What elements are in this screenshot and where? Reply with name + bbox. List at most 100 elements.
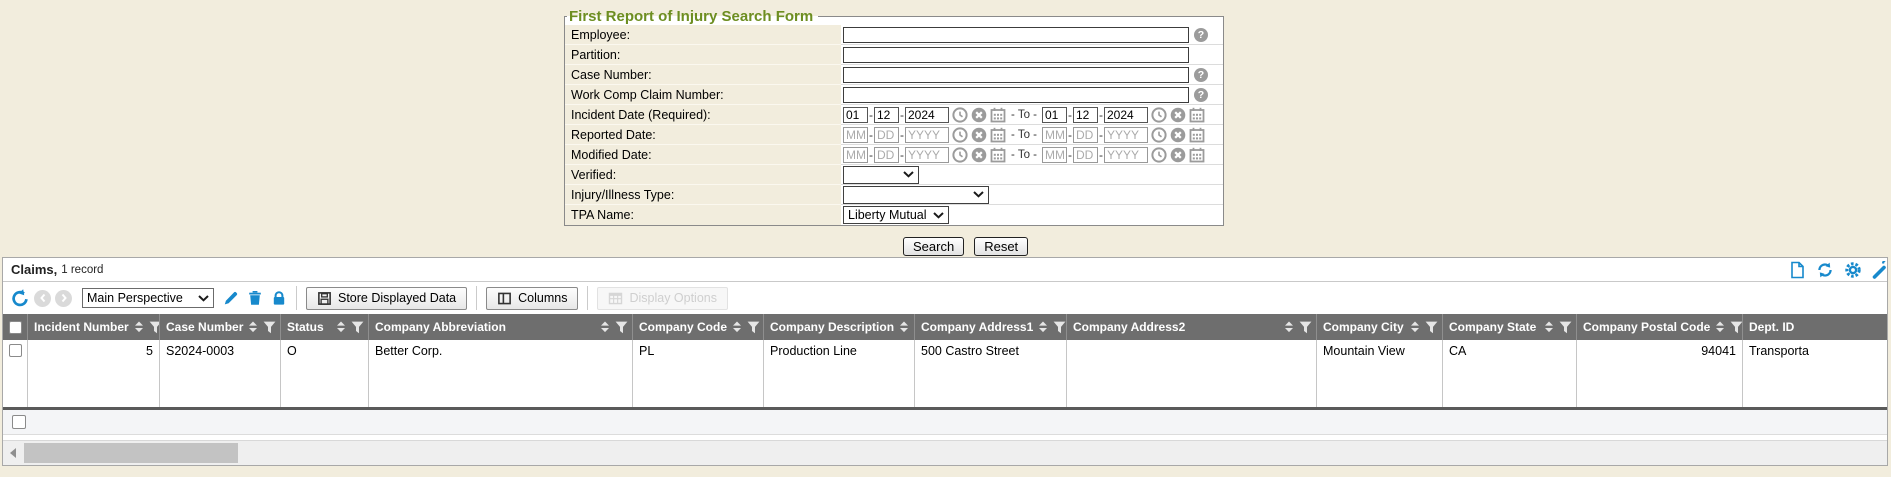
column-header-incident-number[interactable]: Incident Number [27, 314, 159, 340]
filter-funnel-icon[interactable] [149, 321, 159, 334]
lock-icon[interactable] [271, 290, 287, 306]
filter-funnel-icon[interactable] [1425, 321, 1438, 334]
column-header-company-city[interactable]: Company City [1316, 314, 1442, 340]
modified-date-from-mm-input[interactable] [843, 147, 868, 163]
sort-icon[interactable] [134, 321, 144, 333]
trash-icon[interactable] [247, 290, 263, 306]
calendar-icon[interactable] [990, 147, 1006, 163]
clock-icon[interactable] [1151, 147, 1167, 163]
columns-button[interactable]: Columns [486, 287, 578, 310]
incident-date-required-from-dd-input[interactable] [874, 107, 899, 123]
clock-icon[interactable] [952, 147, 968, 163]
help-icon[interactable]: ? [1194, 28, 1208, 42]
sort-icon[interactable] [1410, 321, 1420, 333]
modified-date-from-yyyy-input[interactable] [905, 147, 949, 163]
footer-row-checkbox[interactable] [12, 415, 26, 429]
incident-date-required-to-dd-input[interactable] [1073, 107, 1098, 123]
calendar-icon[interactable] [990, 107, 1006, 123]
injury-illness-type-select[interactable] [843, 186, 989, 204]
clear-icon[interactable] [971, 107, 987, 123]
clock-icon[interactable] [1151, 127, 1167, 143]
perspective-select[interactable]: Main Perspective [82, 288, 214, 308]
filter-funnel-icon[interactable] [1299, 321, 1312, 334]
select-all-checkbox[interactable] [9, 321, 22, 334]
help-icon[interactable]: ? [1194, 68, 1208, 82]
store-displayed-data-button[interactable]: Store Displayed Data [306, 287, 467, 310]
calendar-icon[interactable] [1189, 107, 1205, 123]
help-icon[interactable]: ? [1194, 88, 1208, 102]
filter-funnel-icon[interactable] [263, 321, 276, 334]
reported-date-from-mm-input[interactable] [843, 127, 868, 143]
sort-icon[interactable] [1038, 321, 1048, 333]
undo-icon[interactable] [10, 288, 30, 308]
wrench-icon[interactable] [1872, 261, 1887, 279]
reported-date-from-yyyy-input[interactable] [905, 127, 949, 143]
previous-perspective-button[interactable] [34, 290, 51, 307]
calendar-icon[interactable] [1189, 127, 1205, 143]
clear-icon[interactable] [1170, 127, 1186, 143]
case-number-input[interactable] [843, 67, 1189, 83]
column-header-company-abbreviation[interactable]: Company Abbreviation [368, 314, 632, 340]
sort-icon[interactable] [899, 321, 909, 333]
clock-icon[interactable] [952, 107, 968, 123]
filter-funnel-icon[interactable] [1053, 321, 1066, 334]
pencil-icon[interactable] [223, 290, 239, 306]
work-comp-claim-number-input[interactable] [843, 87, 1189, 103]
calendar-icon[interactable] [1189, 147, 1205, 163]
search-button[interactable]: Search [903, 237, 964, 256]
column-header-company-state[interactable]: Company State [1442, 314, 1576, 340]
clear-icon[interactable] [971, 127, 987, 143]
gear-icon[interactable] [1844, 261, 1862, 279]
partition-input[interactable] [843, 47, 1189, 63]
sort-icon[interactable] [1715, 321, 1725, 333]
calendar-icon[interactable] [990, 127, 1006, 143]
sort-icon[interactable] [1544, 321, 1554, 333]
modified-date-to-yyyy-input[interactable] [1104, 147, 1148, 163]
filter-funnel-icon[interactable] [1730, 321, 1742, 334]
scrollbar-thumb[interactable] [24, 443, 238, 463]
refresh-icon[interactable] [1816, 261, 1834, 279]
sort-icon[interactable] [248, 321, 258, 333]
reported-date-to-yyyy-input[interactable] [1104, 127, 1148, 143]
next-perspective-button[interactable] [55, 290, 72, 307]
modified-date-to-mm-input[interactable] [1042, 147, 1067, 163]
column-header-dept-id[interactable]: Dept. ID [1742, 314, 1887, 340]
column-header-case-number[interactable]: Case Number [159, 314, 280, 340]
clock-icon[interactable] [1151, 107, 1167, 123]
sort-icon[interactable] [732, 321, 742, 333]
table-row[interactable]: 5S2024-0003OBetter Corp.PLProduction Lin… [3, 340, 1887, 410]
column-header-status[interactable]: Status [280, 314, 368, 340]
column-header-company-code[interactable]: Company Code [632, 314, 763, 340]
reported-date-to-dd-input[interactable] [1073, 127, 1098, 143]
filter-funnel-icon[interactable] [615, 321, 628, 334]
clock-icon[interactable] [952, 127, 968, 143]
horizontal-scrollbar[interactable] [3, 440, 1887, 465]
clear-icon[interactable] [971, 147, 987, 163]
column-header-company-postal-code[interactable]: Company Postal Code [1576, 314, 1742, 340]
modified-date-from-dd-input[interactable] [874, 147, 899, 163]
column-header-company-description[interactable]: Company Description [763, 314, 914, 340]
verified-select[interactable] [843, 166, 919, 184]
filter-funnel-icon[interactable] [1559, 321, 1572, 334]
clear-icon[interactable] [1170, 107, 1186, 123]
reset-button[interactable]: Reset [974, 237, 1028, 256]
row-checkbox[interactable] [9, 344, 22, 357]
modified-date-to-dd-input[interactable] [1073, 147, 1098, 163]
incident-date-required-from-yyyy-input[interactable] [905, 107, 949, 123]
scroll-left-arrow[interactable] [3, 441, 22, 465]
sort-icon[interactable] [1284, 321, 1294, 333]
column-header-company-address2[interactable]: Company Address2 [1066, 314, 1316, 340]
clear-icon[interactable] [1170, 147, 1186, 163]
sort-icon[interactable] [600, 321, 610, 333]
sort-icon[interactable] [336, 321, 346, 333]
incident-date-required-to-mm-input[interactable] [1042, 107, 1067, 123]
filter-funnel-icon[interactable] [351, 321, 364, 334]
tpa-name-select[interactable]: Liberty Mutual [843, 206, 949, 224]
employee-input[interactable] [843, 27, 1189, 43]
display-options-button[interactable]: Display Options [597, 287, 728, 310]
reported-date-to-mm-input[interactable] [1042, 127, 1067, 143]
column-header-company-address1[interactable]: Company Address1 [914, 314, 1066, 340]
filter-funnel-icon[interactable] [747, 321, 760, 334]
incident-date-required-from-mm-input[interactable] [843, 107, 868, 123]
new-document-icon[interactable] [1788, 261, 1806, 279]
